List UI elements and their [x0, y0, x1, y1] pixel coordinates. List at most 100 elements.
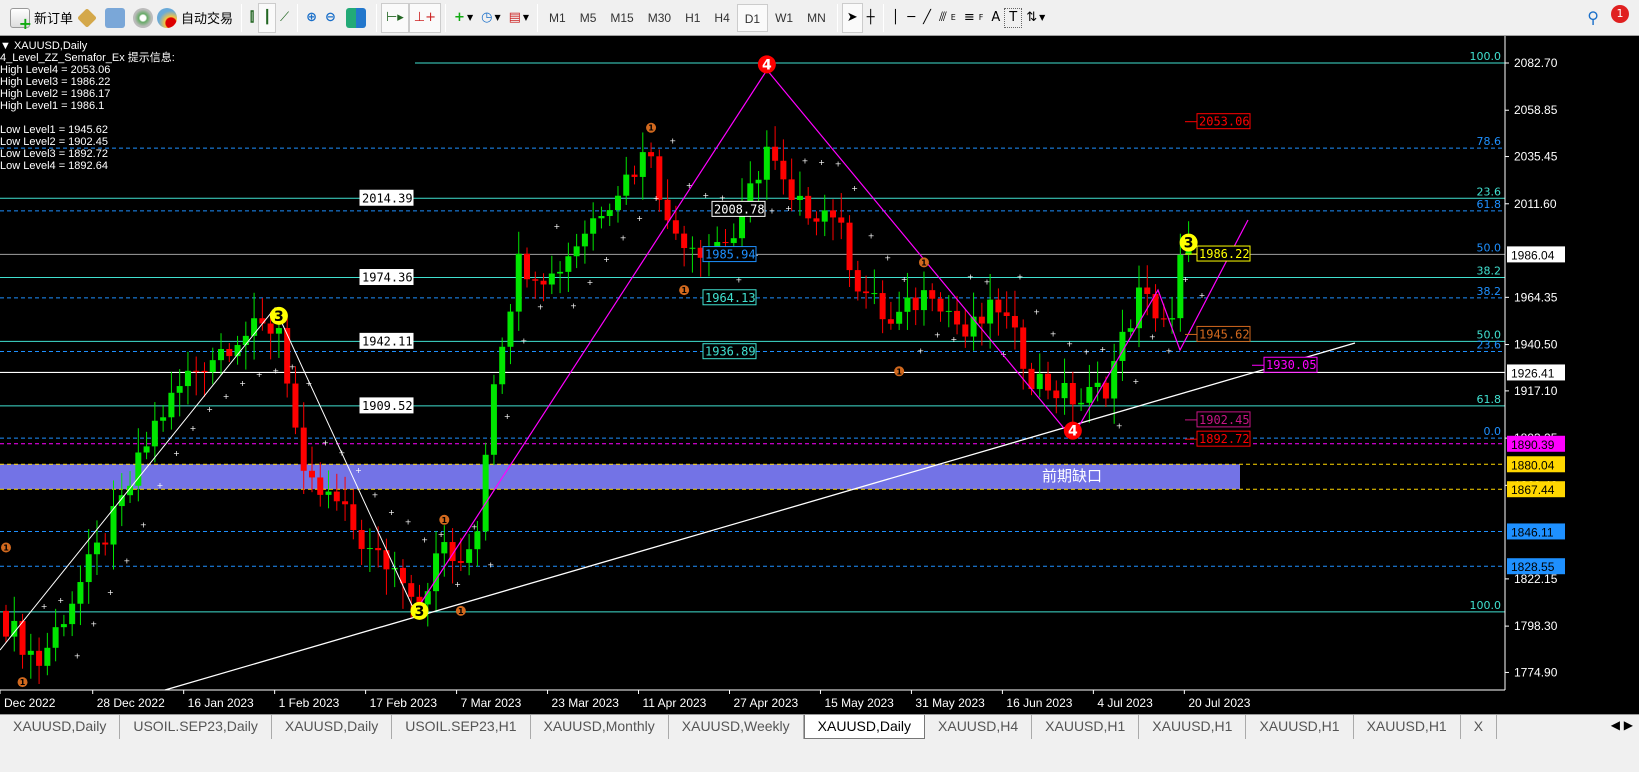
date-tick-label: 27 Apr 2023 [733, 696, 798, 710]
candle-body [342, 501, 349, 505]
fib-price-label: 1942.11 [362, 334, 413, 348]
timeframe-h4[interactable]: H4 [707, 4, 736, 32]
zoom-in-icon[interactable]: ⊕ [302, 3, 321, 33]
chart-tab[interactable]: USOIL.SEP23,H1 [392, 715, 531, 739]
candle-body [358, 529, 365, 549]
chart-tab[interactable]: XAUUSD,Monthly [531, 715, 669, 739]
candle-body [648, 152, 655, 157]
chart-tab[interactable]: XAUUSD,H1 [1354, 715, 1461, 739]
fibonacci-fan-icon[interactable]: ⫻ E [935, 3, 960, 33]
chart-shift-icon[interactable]: ⊢▸ [380, 2, 409, 33]
sar-dot: + [1099, 345, 1106, 354]
date-tick-label: 28 Dec 2022 [97, 696, 165, 710]
timeframe-m15[interactable]: M15 [603, 4, 640, 32]
fib-level-label: 61.8 [1477, 393, 1502, 406]
sar-dot: + [603, 255, 610, 264]
arrows-dropdown[interactable]: ⇅ ▼ [1022, 3, 1049, 33]
chart-tab[interactable]: X [1461, 715, 1498, 739]
candle-body [482, 454, 489, 532]
indicator-info-line: High Level1 = 1986.1 [0, 100, 105, 112]
search-icon[interactable]: ⚲ [1583, 3, 1603, 33]
timeframe-w1[interactable]: W1 [768, 4, 800, 32]
sar-dot: + [901, 275, 908, 284]
text-icon[interactable]: A [987, 3, 1004, 33]
sar-dot: + [735, 276, 742, 285]
chart-tab[interactable]: XAUUSD,Daily [0, 715, 121, 739]
chart-tab[interactable]: XAUUSD,H4 [925, 715, 1033, 739]
candlestick-chart-icon[interactable]: ┃ [258, 2, 277, 33]
semafor-level-label: 1930.05 [1266, 358, 1317, 372]
fib-level-label: 38.2 [1477, 285, 1502, 298]
market-watch-icon[interactable] [77, 7, 97, 28]
tab-scroll-arrows[interactable]: ◀ ▶ [1611, 718, 1633, 732]
sar-dot: + [1083, 347, 1090, 356]
templates-dropdown[interactable]: ▤ ▼ [505, 3, 533, 33]
timeframe-mn[interactable]: MN [800, 4, 833, 32]
crosshair-icon[interactable]: ┼ [863, 3, 879, 33]
indicators-dropdown[interactable]: + ▼ [450, 3, 477, 33]
sar-dot: + [256, 370, 263, 379]
sar-dot: + [74, 651, 81, 660]
tile-windows-icon[interactable] [345, 7, 366, 28]
periods-dropdown[interactable]: ◷ ▼ [477, 3, 505, 33]
indicator-info-line: High Level4 = 2053.06 [0, 64, 111, 76]
notifications-button[interactable]: 1 [1603, 4, 1629, 31]
trendline-icon[interactable]: ╱ [919, 3, 935, 33]
candle-body [548, 273, 555, 285]
auto-scroll-icon[interactable]: ⊥+ [408, 2, 442, 33]
candle-body [350, 504, 357, 530]
sar-dot: + [520, 337, 527, 346]
candle-body [962, 324, 969, 337]
line-chart-icon[interactable]: ⟋ [276, 3, 293, 33]
timeframe-m30[interactable]: M30 [641, 4, 678, 32]
price-marker-label: 1846.11 [1511, 525, 1554, 539]
text-label-icon[interactable]: T [1004, 7, 1023, 28]
price-marker-label: 1828.55 [1511, 560, 1555, 574]
semafor-marker-label: 1 [458, 607, 464, 616]
candle-body [490, 384, 497, 455]
cursor-icon[interactable]: ➤ [841, 2, 863, 33]
chart-tab[interactable]: XAUUSD,H1 [1139, 715, 1247, 739]
chart-tab[interactable]: XAUUSD,Daily [803, 715, 926, 739]
candle-body [1053, 390, 1060, 399]
fib-mid-label: 1964.13 [705, 291, 756, 305]
sar-dot: + [967, 273, 974, 282]
timeframe-h1[interactable]: H1 [678, 4, 707, 32]
data-window-icon[interactable] [105, 7, 126, 28]
price-marker-label: 1867.44 [1511, 483, 1555, 497]
bar-chart-icon[interactable]: ⫿ [246, 3, 258, 33]
sar-dot: + [702, 191, 709, 200]
horizontal-line-icon[interactable]: ─ [903, 3, 919, 33]
candle-body [540, 280, 547, 285]
fib-level-label: 0.0 [1484, 425, 1502, 438]
candle-body [77, 582, 84, 604]
new-order-button[interactable]: + 新订单 [6, 3, 77, 33]
chart-tab[interactable]: XAUUSD,H1 [1246, 715, 1354, 739]
candle-body [1011, 315, 1018, 328]
candle-body [747, 183, 754, 203]
timeframe-m5[interactable]: M5 [573, 4, 604, 32]
chart-tab[interactable]: USOIL.SEP23,Daily [120, 715, 272, 739]
semafor-level-label: 2053.06 [1199, 115, 1250, 129]
timeframe-m1[interactable]: M1 [542, 4, 573, 32]
candle-body [805, 195, 812, 219]
chart-tab[interactable]: XAUUSD,Weekly [669, 715, 804, 739]
auto-trading-button[interactable]: 自动交易 [153, 3, 237, 33]
sar-dot: + [41, 602, 48, 611]
candle-body [565, 256, 572, 272]
navigator-icon[interactable] [133, 7, 154, 28]
zoom-out-icon[interactable]: ⊖ [321, 3, 340, 33]
price-chart[interactable]: 前期缺口100.078.623.661.850.038.238.250.023.… [0, 36, 1639, 714]
sar-dot: + [504, 412, 511, 421]
chart-tab[interactable]: XAUUSD,Daily [272, 715, 393, 739]
chart-tab[interactable]: XAUUSD,H1 [1032, 715, 1140, 739]
candle-body [813, 218, 820, 222]
candle-body [581, 233, 588, 247]
indicator-info-line: High Level2 = 1986.17 [0, 88, 111, 100]
sar-dot: + [289, 362, 296, 371]
candle-body [93, 542, 100, 555]
candle-body [887, 319, 894, 324]
vertical-line-icon[interactable]: │ [888, 3, 904, 33]
timeframe-d1[interactable]: D1 [736, 3, 769, 32]
fibonacci-retracement-icon[interactable]: ≡ F [960, 3, 988, 33]
